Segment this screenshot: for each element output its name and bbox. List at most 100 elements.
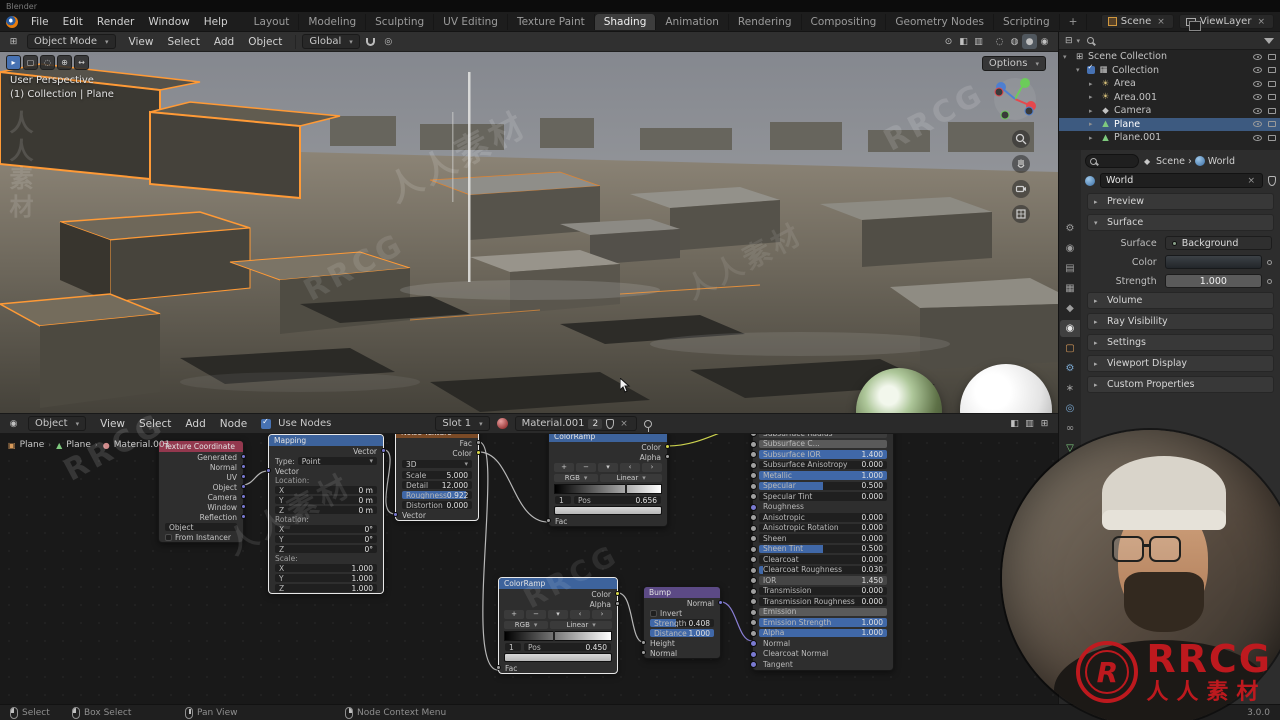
- mode-selector[interactable]: Object Mode: [27, 34, 116, 49]
- principled-property-row[interactable]: Sheen Tint 0.500: [750, 544, 893, 555]
- zoom-icon[interactable]: [1012, 130, 1030, 148]
- properties-tab-icon[interactable]: ◎: [1060, 400, 1080, 417]
- principled-property-row[interactable]: Emission Strength 1.000: [750, 617, 893, 628]
- hide-eye-icon[interactable]: [1253, 107, 1262, 114]
- mapping-type-select[interactable]: Point: [297, 456, 377, 466]
- viewport-menu-item[interactable]: Add: [207, 35, 241, 49]
- node-input-socket[interactable]: Fac: [546, 516, 667, 526]
- outliner-row[interactable]: Collection: [1059, 63, 1280, 78]
- vector-component-field[interactable]: Z 1.000: [269, 583, 383, 593]
- principled-property-row[interactable]: Anisotropic Rotation 0.000: [750, 523, 893, 534]
- world-color-swatch[interactable]: [1164, 255, 1262, 269]
- viewport-toggle-icon[interactable]: ▥: [971, 34, 986, 49]
- socket-icon[interactable]: [241, 454, 246, 459]
- node-output-socket[interactable]: Window: [159, 502, 246, 512]
- stop-index-field[interactable]: 1: [505, 642, 521, 652]
- stop-position-field[interactable]: Pos 0.656: [574, 495, 661, 505]
- hide-eye-icon[interactable]: [1253, 67, 1262, 74]
- node-value-slider[interactable]: Distance 1.000: [644, 628, 720, 638]
- viewlayer-selector[interactable]: ViewLayer ×: [1178, 14, 1274, 31]
- disable-render-icon[interactable]: [1268, 80, 1276, 87]
- gradient-stop-marker[interactable]: [552, 631, 555, 641]
- node-mapping[interactable]: Mapping Vector Type: Point Vector Locati…: [266, 434, 386, 594]
- next-stop-icon[interactable]: ›: [642, 463, 662, 472]
- tool-button[interactable]: ⊕: [57, 55, 72, 70]
- node-value-slider[interactable]: Strength 0.408: [644, 618, 720, 628]
- workspace-tab[interactable]: Geometry Nodes: [886, 13, 994, 30]
- world-datablock-icon[interactable]: [1085, 175, 1095, 186]
- transform-orientation[interactable]: Global: [302, 34, 360, 49]
- node-output-socket[interactable]: Vector: [269, 446, 386, 456]
- node-output-socket[interactable]: UV: [159, 472, 246, 482]
- material-datablock[interactable]: Material.001 2 ×: [514, 416, 637, 431]
- workspace-tab[interactable]: UV Editing: [434, 13, 508, 30]
- remove-stop-icon[interactable]: −: [526, 610, 546, 619]
- viewport-toggle-icon[interactable]: ⊙: [941, 34, 956, 49]
- shader-node-editor[interactable]: ▣ Plane › ▲ Plane › ● Material.001 › Tex…: [0, 434, 1058, 704]
- disable-render-icon[interactable]: [1268, 94, 1276, 101]
- principled-property-row[interactable]: Specular Tint 0.000: [750, 491, 893, 502]
- socket-icon[interactable]: [615, 601, 620, 606]
- noise-dimensions-select[interactable]: 3D: [402, 459, 472, 469]
- scene-selector[interactable]: Scene ×: [1100, 14, 1174, 29]
- workspace-tab[interactable]: Layout: [245, 13, 300, 30]
- socket-icon[interactable]: [615, 591, 620, 596]
- properties-tab-icon[interactable]: ▤: [1060, 260, 1080, 277]
- node-input-socket[interactable]: Vector: [266, 466, 383, 476]
- menu-item[interactable]: Help: [197, 15, 235, 29]
- unlink-material-icon[interactable]: ×: [618, 419, 630, 429]
- next-stop-icon[interactable]: ›: [592, 610, 612, 619]
- socket-icon[interactable]: [641, 650, 646, 655]
- workspace-tab[interactable]: +: [1060, 13, 1088, 30]
- node-editor-toggle-icon[interactable]: ▥: [1022, 416, 1037, 431]
- node-texture-coordinate[interactable]: Texture Coordinate Generated Normal UV O…: [158, 440, 246, 543]
- keyframe-dot-icon[interactable]: [1267, 259, 1272, 265]
- node-output-socket[interactable]: Object: [159, 482, 246, 492]
- node-output-socket[interactable]: Fac: [396, 438, 481, 448]
- editor-type-icon[interactable]: ◉: [6, 416, 21, 431]
- node-output-socket[interactable]: Reflection: [159, 512, 246, 522]
- breadcrumb-segment[interactable]: ▲ Plane ›: [56, 440, 98, 450]
- principled-property-row[interactable]: Clearcoat Normal: [750, 649, 893, 660]
- workspace-tab[interactable]: Rendering: [729, 13, 802, 30]
- node-menu-item[interactable]: Select: [132, 417, 178, 431]
- shading-mode-icon[interactable]: ◉: [1037, 34, 1052, 49]
- socket-icon[interactable]: [665, 444, 670, 449]
- workspace-tab[interactable]: Compositing: [802, 13, 887, 30]
- workspace-tab[interactable]: Animation: [656, 13, 729, 30]
- node-menu-item[interactable]: View: [93, 417, 132, 431]
- node-input-socket[interactable]: Fac: [496, 663, 617, 673]
- node-value-slider[interactable]: Roughness 0.922: [396, 490, 478, 500]
- principled-property-row[interactable]: Subsurface Anisotropy 0.000: [750, 460, 893, 471]
- hide-eye-icon[interactable]: [1253, 121, 1262, 128]
- section-custom-properties[interactable]: Custom Properties: [1087, 376, 1274, 393]
- gradient-stop-marker[interactable]: [624, 484, 627, 494]
- principled-property-row[interactable]: Transmission Roughness 0.000: [750, 596, 893, 607]
- node-output-socket[interactable]: Color: [499, 589, 620, 599]
- hide-eye-icon[interactable]: [1253, 94, 1262, 101]
- vector-component-field[interactable]: Y 1.000: [269, 573, 383, 583]
- from-instancer-checkbox[interactable]: [165, 533, 172, 541]
- viewport-3d[interactable]: ▸▢◌⊕↔ Options User Perspective (1) Colle…: [0, 52, 1058, 413]
- node-output-socket[interactable]: Color: [549, 442, 670, 452]
- hide-eye-icon[interactable]: [1253, 80, 1262, 87]
- menu-item[interactable]: Edit: [56, 15, 90, 29]
- object-eyedropper-field[interactable]: Object: [165, 522, 237, 532]
- tool-button[interactable]: ▢: [23, 55, 38, 70]
- properties-tab-icon[interactable]: ◉: [1060, 320, 1080, 337]
- node-input-socket[interactable]: Vector: [393, 510, 478, 520]
- principled-property-row[interactable]: Roughness: [750, 502, 893, 513]
- interpolation-select[interactable]: Linear: [550, 620, 612, 629]
- node-header[interactable]: Bump: [644, 587, 720, 598]
- node-header[interactable]: Mapping: [269, 435, 383, 446]
- outliner-display-mode[interactable]: ⊟: [1065, 33, 1080, 48]
- menu-item[interactable]: Render: [90, 15, 141, 29]
- shading-mode-icon[interactable]: ◍: [1007, 34, 1022, 49]
- section-settings[interactable]: Settings: [1087, 334, 1274, 351]
- properties-tab-icon[interactable]: ∞: [1060, 420, 1080, 437]
- workspace-tab[interactable]: Scripting: [994, 13, 1060, 30]
- menu-item[interactable]: File: [24, 15, 56, 29]
- hide-eye-icon[interactable]: [1253, 53, 1262, 60]
- socket-icon[interactable]: [241, 464, 246, 469]
- node-output-socket[interactable]: Color: [396, 448, 481, 458]
